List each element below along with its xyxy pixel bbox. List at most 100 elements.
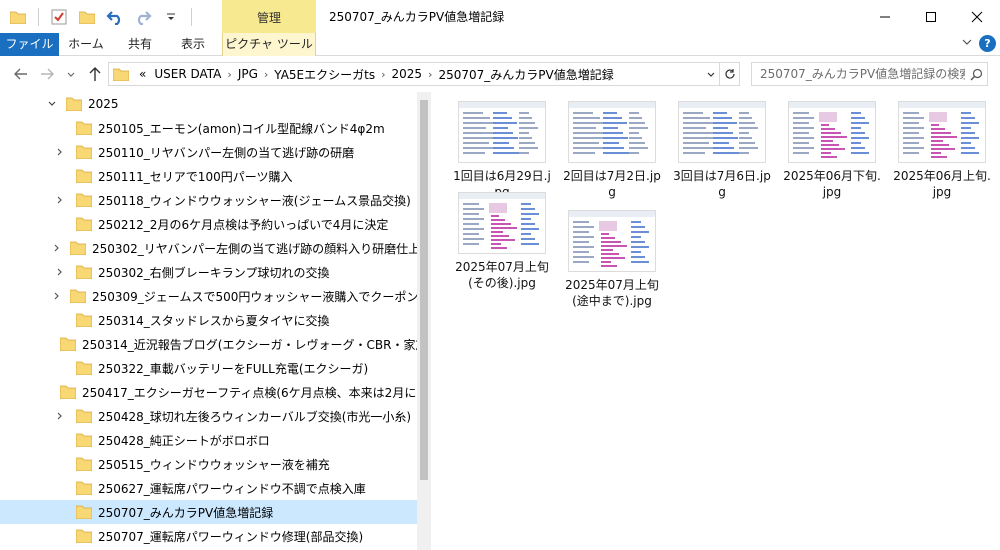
help-icon[interactable]: ? <box>979 35 996 52</box>
tree-item-folder[interactable]: 250105_エーモン(amon)コイル型配線バンド4φ2m <box>0 116 417 140</box>
file-item[interactable]: 2025年06月下旬.jpg <box>782 101 882 200</box>
tab-share[interactable]: 共有 <box>114 33 166 56</box>
recent-locations-icon[interactable] <box>62 65 80 83</box>
back-icon[interactable] <box>12 65 30 83</box>
breadcrumb-overflow[interactable]: « <box>135 67 150 81</box>
chevron-right-icon[interactable] <box>52 264 68 280</box>
file-thumbnail <box>568 101 656 163</box>
folder-icon[interactable] <box>8 7 28 27</box>
tree-item-folder[interactable]: 250515_ウィンドウウォッシャー液を補充 <box>0 452 417 476</box>
chevron-placeholder <box>52 120 68 136</box>
close-icon[interactable] <box>954 0 1000 33</box>
file-item[interactable]: 1回目は6月29日.jpg <box>452 101 552 200</box>
tree-item-label: 250428_純正シートがボロボロ <box>98 433 270 448</box>
file-item[interactable]: 2025年06月上旬.jpg <box>892 101 992 200</box>
minimize-icon[interactable] <box>862 0 908 33</box>
chevron-right-icon[interactable]: › <box>379 68 387 81</box>
quick-access-toolbar <box>8 6 194 28</box>
chevron-right-icon[interactable] <box>52 288 62 304</box>
tree-item-folder[interactable]: 250110_リヤバンパー左側の当て逃げ跡の研磨 <box>0 140 417 164</box>
customize-qat-icon[interactable] <box>161 7 181 27</box>
undo-icon[interactable] <box>105 7 125 27</box>
search-box <box>751 62 988 86</box>
chevron-right-icon[interactable]: › <box>426 68 434 81</box>
breadcrumb-2025[interactable]: 2025 <box>388 67 427 81</box>
tree-item-folder[interactable]: 250118_ウィンドウウォッシャー液(ジェームス景品交換) <box>0 188 417 212</box>
file-thumbnail <box>568 210 656 272</box>
tree-item-label: 250707_運転席パワーウィンドウ修理(部品交換) <box>98 529 364 544</box>
chevron-placeholder <box>52 528 68 544</box>
tree-item-2025[interactable]: 2025 <box>0 92 417 116</box>
tree-item-label: 250302_リヤバンパー左側の当て逃げ跡の顔料入り研磨仕上げ <box>92 241 417 256</box>
tree-item-folder[interactable]: 250302_リヤバンパー左側の当て逃げ跡の顔料入り研磨仕上げ <box>0 236 417 260</box>
folder-icon <box>76 169 92 183</box>
file-name: 3回目は7月6日.jpg <box>673 169 771 199</box>
properties-icon[interactable] <box>49 7 69 27</box>
tree-item-folder[interactable]: 250314_スタッドレスから夏タイヤに交換 <box>0 308 417 332</box>
window-title: 250707_みんカラPV値急増記録 <box>329 10 505 24</box>
chevron-right-icon[interactable] <box>52 408 68 424</box>
file-item[interactable]: 2025年07月上旬(途中まで).jpg <box>562 210 662 309</box>
chevron-placeholder <box>52 504 68 520</box>
breadcrumb-jpg[interactable]: JPG <box>234 67 262 81</box>
chevron-right-icon[interactable] <box>52 144 68 160</box>
search-icon[interactable] <box>965 68 987 81</box>
tree-item-label: 250309_ジェームスで500円ウォッシャー液購入でクーポンLEDライト入手 <box>92 289 417 304</box>
file-item[interactable]: 2回目は7月2日.jpg <box>562 101 662 200</box>
tree-item-folder[interactable]: 250309_ジェームスで500円ウォッシャー液購入でクーポンLEDライト入手 <box>0 284 417 308</box>
folder-icon <box>70 289 86 303</box>
chevron-right-icon[interactable]: › <box>225 68 233 81</box>
file-item[interactable]: 2025年07月上旬(その後).jpg <box>452 192 552 291</box>
tree-item-label: 250111_セリアで100円パーツ購入 <box>98 169 293 184</box>
new-folder-icon[interactable] <box>77 7 97 27</box>
tree-item-folder[interactable]: 250322_車載バッテリーをFULL充電(エクシーガ) <box>0 356 417 380</box>
tree-item-folder[interactable]: 250417_エクシーガセーフティ点検(6ケ月点検、本来は2月に実施) <box>0 380 417 404</box>
expand-ribbon-icon[interactable] <box>961 36 973 51</box>
tree-item-label: 250515_ウィンドウウォッシャー液を補充 <box>98 457 330 472</box>
tree-item-folder[interactable]: 250428_純正シートがボロボロ <box>0 428 417 452</box>
scrollbar-thumb[interactable] <box>420 100 428 480</box>
tree-item-label: 250314_近況報告ブログ(エクシーガ・レヴォーグ・CBR・家族) <box>82 337 417 352</box>
tree-item-label: 250627_運転席パワーウィンドウ不調で点検入庫 <box>98 481 366 496</box>
tree-item-folder[interactable]: 250428_球切れ左後ろウィンカーバルブ交換(市光一小糸) <box>0 404 417 428</box>
tree-item-folder[interactable]: 250707_運転席パワーウィンドウ修理(部品交換) <box>0 524 417 548</box>
folder-icon <box>76 217 92 231</box>
chevron-right-icon[interactable]: › <box>262 68 270 81</box>
forward-icon[interactable] <box>38 65 56 83</box>
chevron-right-icon[interactable] <box>52 240 62 256</box>
chevron-right-icon[interactable] <box>52 192 68 208</box>
redo-icon[interactable] <box>133 7 153 27</box>
breadcrumb-user-data[interactable]: USER DATA <box>150 67 225 81</box>
chevron-down-icon[interactable] <box>701 63 719 85</box>
nav-scrollbar[interactable] <box>417 92 431 550</box>
breadcrumb-ya5e[interactable]: YA5Eエクシーガts <box>270 66 379 83</box>
file-name: 2025年07月上旬(途中まで).jpg <box>565 278 659 308</box>
address-bar[interactable]: « USER DATA › JPG › YA5Eエクシーガts › 2025 ›… <box>108 62 740 86</box>
maximize-icon[interactable] <box>908 0 954 33</box>
folder-icon <box>76 145 92 159</box>
tree-item-label: 250428_球切れ左後ろウィンカーバルブ交換(市光一小糸) <box>98 409 412 424</box>
tab-view[interactable]: 表示 <box>168 33 218 56</box>
tab-file[interactable]: ファイル <box>0 33 59 56</box>
chevron-down-icon[interactable] <box>44 96 60 112</box>
tab-home[interactable]: ホーム <box>62 33 110 56</box>
refresh-icon[interactable] <box>719 63 739 85</box>
breadcrumb-current[interactable]: 250707_みんカラPV値急増記録 <box>434 66 617 83</box>
tree-item-folder[interactable]: 250627_運転席パワーウィンドウ不調で点検入庫 <box>0 476 417 500</box>
tree-item-folder[interactable]: 250302_右側ブレーキランプ球切れの交換 <box>0 260 417 284</box>
search-input[interactable] <box>752 64 965 84</box>
tree-item-folder[interactable]: 250707_みんカラPV値急増記録 <box>0 500 417 524</box>
file-item[interactable]: 3回目は7月6日.jpg <box>672 101 772 200</box>
up-icon[interactable] <box>86 65 104 83</box>
folder-icon <box>76 193 92 207</box>
folder-icon <box>76 265 92 279</box>
file-name: 2025年06月下旬.jpg <box>783 169 881 199</box>
folder-icon <box>76 121 92 135</box>
file-thumbnail <box>898 101 986 163</box>
tree-item-folder[interactable]: 250314_近況報告ブログ(エクシーガ・レヴォーグ・CBR・家族) <box>0 332 417 356</box>
folder-icon <box>76 529 92 543</box>
breadcrumb: « USER DATA › JPG › YA5Eエクシーガts › 2025 ›… <box>109 63 701 85</box>
tab-picture-tools[interactable]: ピクチャ ツール <box>222 33 316 56</box>
tree-item-folder[interactable]: 250111_セリアで100円パーツ購入 <box>0 164 417 188</box>
tree-item-folder[interactable]: 250212_2月の6ケ月点検は予約いっぱいで4月に決定 <box>0 212 417 236</box>
